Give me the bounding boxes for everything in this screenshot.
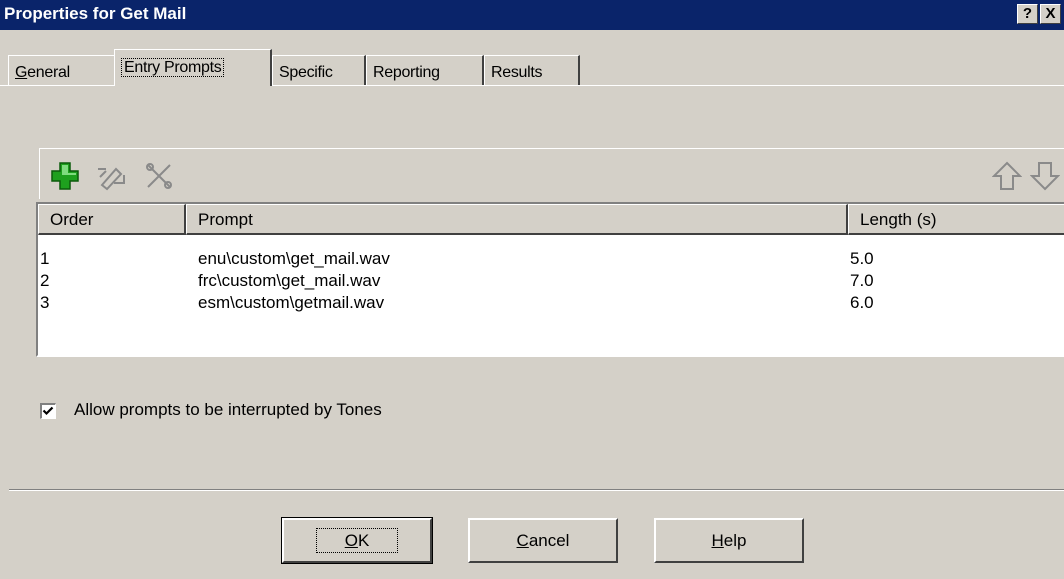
move-up-button[interactable] (991, 161, 1023, 191)
edit-button[interactable] (96, 161, 126, 191)
cancel-button[interactable]: Cancel (468, 518, 618, 563)
ok-button[interactable]: OK (281, 517, 433, 564)
cancel-mnemonic: C (516, 531, 529, 550)
add-button[interactable] (50, 161, 80, 191)
tab-general[interactable]: General (8, 55, 116, 86)
help-title-button[interactable]: ? (1017, 4, 1038, 24)
checkmark-icon (42, 406, 54, 416)
row-prompt: enu\custom\get_mail.wav (198, 249, 390, 268)
row-length: 5.0 (850, 249, 874, 268)
row-prompt: esm\custom\getmail.wav (198, 293, 385, 312)
tab-specific[interactable]: Specific (272, 55, 366, 86)
edit-icon (98, 167, 125, 191)
column-header-order[interactable]: Order (38, 204, 186, 235)
help-label-rest: elp (723, 531, 747, 550)
help-button[interactable]: Help (654, 518, 804, 563)
tab-reporting[interactable]: Reporting (366, 55, 484, 86)
help-mnemonic: H (711, 531, 724, 550)
window-title: Properties for Get Mail (4, 4, 187, 23)
tab-entry-prompts-label: Entry Prompts (121, 58, 225, 77)
tab-results[interactable]: Results (484, 55, 580, 86)
move-down-button[interactable] (1029, 161, 1061, 191)
ok-focus-ring: OK (315, 528, 399, 553)
delete-icon (146, 163, 172, 189)
delete-button[interactable] (144, 161, 174, 191)
row-length: 6.0 (850, 293, 874, 312)
tab-general-label: eneral (27, 64, 70, 81)
tab-reporting-label: Reporting (373, 64, 440, 81)
allow-interrupt-checkbox[interactable] (40, 403, 56, 419)
move-up-icon (991, 161, 1023, 190)
separator-highlight (9, 490, 1064, 491)
column-header-prompt[interactable]: Prompt (186, 204, 848, 235)
row-order: 2 (40, 271, 50, 290)
tab-general-mnemonic: G (15, 64, 28, 81)
row-order: 3 (40, 293, 50, 312)
row-length: 7.0 (850, 271, 874, 290)
move-down-icon (1029, 162, 1061, 191)
row-prompt: frc\custom\get_mail.wav (198, 271, 381, 290)
row-order: 1 (40, 249, 50, 268)
tab-specific-label: Specific (279, 64, 333, 81)
close-title-button[interactable]: X (1040, 4, 1061, 24)
column-header-length[interactable]: Length (s) (848, 204, 1064, 235)
ok-mnemonic: O (344, 531, 358, 550)
ok-label-rest: K (357, 531, 370, 550)
tab-results-label: Results (491, 64, 543, 81)
prompt-list[interactable]: Order Prompt Length (s) 1 enu\custom\get… (36, 202, 1064, 357)
add-icon (51, 162, 79, 190)
cancel-label-rest: ancel (528, 531, 570, 550)
tab-entry-prompts[interactable]: Entry Prompts (114, 49, 272, 86)
title-bar: Properties for Get Mail ? X (0, 0, 1064, 30)
allow-interrupt-label[interactable]: Allow prompts to be interrupted by Tones (74, 398, 382, 422)
prompt-toolbar (39, 148, 1064, 199)
